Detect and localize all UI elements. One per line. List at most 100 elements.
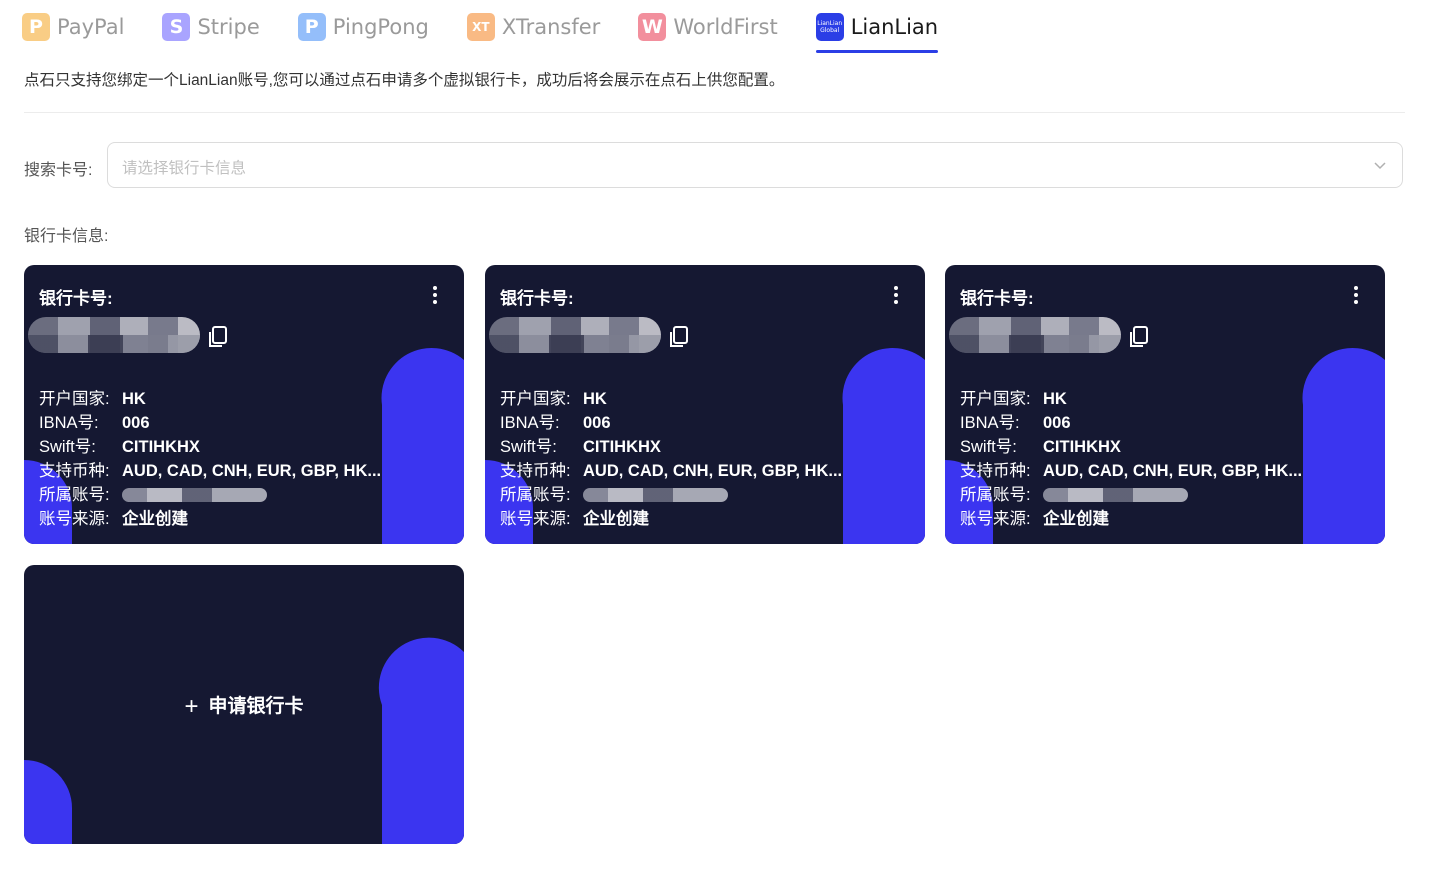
apply-label: 申请银行卡 (208, 696, 304, 717)
ibna-label: IBNA号: (39, 414, 99, 432)
ibna-value: 006 (1043, 414, 1071, 432)
currencies-label: 支持币种: (500, 462, 571, 480)
masked-account-value (583, 488, 728, 502)
stripe-logo-icon: S (162, 13, 191, 41)
plus-icon: + (184, 693, 199, 720)
source-label: 账号来源: (39, 510, 110, 528)
currencies-row: 支持币种: AUD, CAD, CNH, EUR, GBP, HK... (500, 459, 842, 483)
swift-label: Swift号: (39, 438, 96, 456)
country-value: HK (122, 390, 146, 408)
currencies-value: AUD, CAD, CNH, EUR, GBP, HK... (583, 462, 843, 480)
tab-label: WorldFirst (673, 15, 778, 39)
lianlian-logo-icon: LianLian Global (815, 13, 844, 41)
ibna-row: IBNA号: 006 (39, 411, 381, 435)
search-label: 搜索卡号: (24, 162, 93, 179)
account-label: 所属账号: (500, 486, 571, 504)
country-label: 开户国家: (960, 390, 1031, 408)
tab-label: PayPal (57, 15, 125, 39)
ibna-value: 006 (583, 414, 611, 432)
account-label: 所属账号: (960, 486, 1031, 504)
tab-pingpong[interactable]: P PingPong (297, 8, 429, 46)
card-info: 开户国家: HK IBNA号: 006 Swift号: CITIHKHX 支持币种: A… (39, 387, 381, 531)
currencies-label: 支持币种: (39, 462, 110, 480)
country-value: HK (1043, 390, 1067, 408)
swift-label: Swift号: (960, 438, 1017, 456)
country-row: 开户国家: HK (39, 387, 381, 411)
more-options-icon[interactable] (889, 283, 903, 307)
source-value: 企业创建 (1043, 510, 1109, 528)
ibna-label: IBNA号: (500, 414, 560, 432)
swift-value: CITIHKHX (122, 438, 200, 456)
card-info: 开户国家: HK IBNA号: 006 Swift号: CITIHKHX 支持币种: A… (960, 387, 1302, 531)
source-row: 账号来源: 企业创建 (39, 507, 381, 531)
masked-card-number (489, 317, 661, 353)
currencies-value: AUD, CAD, CNH, EUR, GBP, HK... (1043, 462, 1303, 480)
account-row: 所属账号: (960, 483, 1302, 507)
ibna-row: IBNA号: 006 (960, 411, 1302, 435)
tab-label: XTransfer (501, 15, 601, 39)
ibna-label: IBNA号: (960, 414, 1020, 432)
card-number-label: 银行卡号: (39, 289, 113, 308)
search-placeholder: 请选择银行卡信息 (122, 160, 247, 177)
country-label: 开户国家: (500, 390, 571, 408)
account-row: 所属账号: (39, 483, 381, 507)
masked-card-number (28, 317, 200, 353)
swift-row: Swift号: CITIHKHX (960, 435, 1302, 459)
more-options-icon[interactable] (428, 283, 442, 307)
tab-label: Stripe (197, 15, 260, 39)
ibna-row: IBNA号: 006 (500, 411, 842, 435)
currencies-value: AUD, CAD, CNH, EUR, GBP, HK... (122, 462, 382, 480)
apply-label-wrap: + 申请银行卡 (24, 691, 464, 721)
country-row: 开户国家: HK (960, 387, 1302, 411)
bank-card[interactable]: 银行卡号: 开户国家: HK IBNA号: 006 Swift号: CITIHKHX … (945, 265, 1385, 544)
tab-paypal[interactable]: P PayPal (22, 8, 124, 46)
tab-xtransfer[interactable]: XT XTransfer (466, 8, 601, 46)
section-label: 银行卡信息: (24, 228, 109, 245)
card-info: 开户国家: HK IBNA号: 006 Swift号: CITIHKHX 支持币种: A… (500, 387, 842, 531)
currencies-label: 支持币种: (960, 462, 1031, 480)
country-value: HK (583, 390, 607, 408)
card-search-select[interactable]: 请选择银行卡信息 (107, 142, 1403, 188)
bank-card[interactable]: 银行卡号: 开户国家: HK IBNA号: 006 Swift号: CITIHKHX … (24, 265, 464, 544)
source-label: 账号来源: (960, 510, 1031, 528)
ibna-value: 006 (122, 414, 150, 432)
country-row: 开户国家: HK (500, 387, 842, 411)
swift-label: Swift号: (500, 438, 557, 456)
source-row: 账号来源: 企业创建 (960, 507, 1302, 531)
copy-icon[interactable] (668, 325, 690, 349)
swift-value: CITIHKHX (583, 438, 661, 456)
copy-icon[interactable] (207, 325, 229, 349)
card-number-label: 银行卡号: (500, 289, 574, 308)
divider (24, 112, 1405, 113)
account-row: 所属账号: (500, 483, 842, 507)
currencies-row: 支持币种: AUD, CAD, CNH, EUR, GBP, HK... (39, 459, 381, 483)
chevron-down-icon (1374, 162, 1386, 170)
swift-row: Swift号: CITIHKHX (39, 435, 381, 459)
masked-card-number (949, 317, 1121, 353)
swift-row: Swift号: CITIHKHX (500, 435, 842, 459)
binding-notice: 点石只支持您绑定一个LianLian账号,您可以通过点石申请多个虚拟银行卡，成功… (24, 72, 785, 89)
source-value: 企业创建 (583, 510, 649, 528)
xtransfer-logo-icon: XT (466, 13, 495, 41)
tab-label: PingPong (332, 15, 429, 39)
account-label: 所属账号: (39, 486, 110, 504)
country-label: 开户国家: (39, 390, 110, 408)
tab-stripe[interactable]: S Stripe (162, 8, 260, 46)
payment-provider-tabs: P PayPal S Stripe P PingPong XT XTransfe… (22, 8, 976, 54)
card-number-label: 银行卡号: (960, 289, 1034, 308)
more-options-icon[interactable] (1349, 283, 1363, 307)
bank-card[interactable]: 银行卡号: 开户国家: HK IBNA号: 006 Swift号: CITIHKHX … (485, 265, 925, 544)
source-value: 企业创建 (122, 510, 188, 528)
masked-account-value (122, 488, 267, 502)
tab-lianlian[interactable]: LianLian Global LianLian (815, 8, 939, 53)
pingpong-logo-icon: P (297, 13, 326, 41)
source-label: 账号来源: (500, 510, 571, 528)
swift-value: CITIHKHX (1043, 438, 1121, 456)
paypal-logo-icon: P (22, 13, 50, 41)
source-row: 账号来源: 企业创建 (500, 507, 842, 531)
tab-worldfirst[interactable]: W WorldFirst (638, 8, 778, 46)
masked-account-value (1043, 488, 1188, 502)
apply-bank-card-button[interactable]: + 申请银行卡 (24, 565, 464, 844)
worldfirst-logo-icon: W (638, 13, 667, 41)
copy-icon[interactable] (1128, 325, 1150, 349)
